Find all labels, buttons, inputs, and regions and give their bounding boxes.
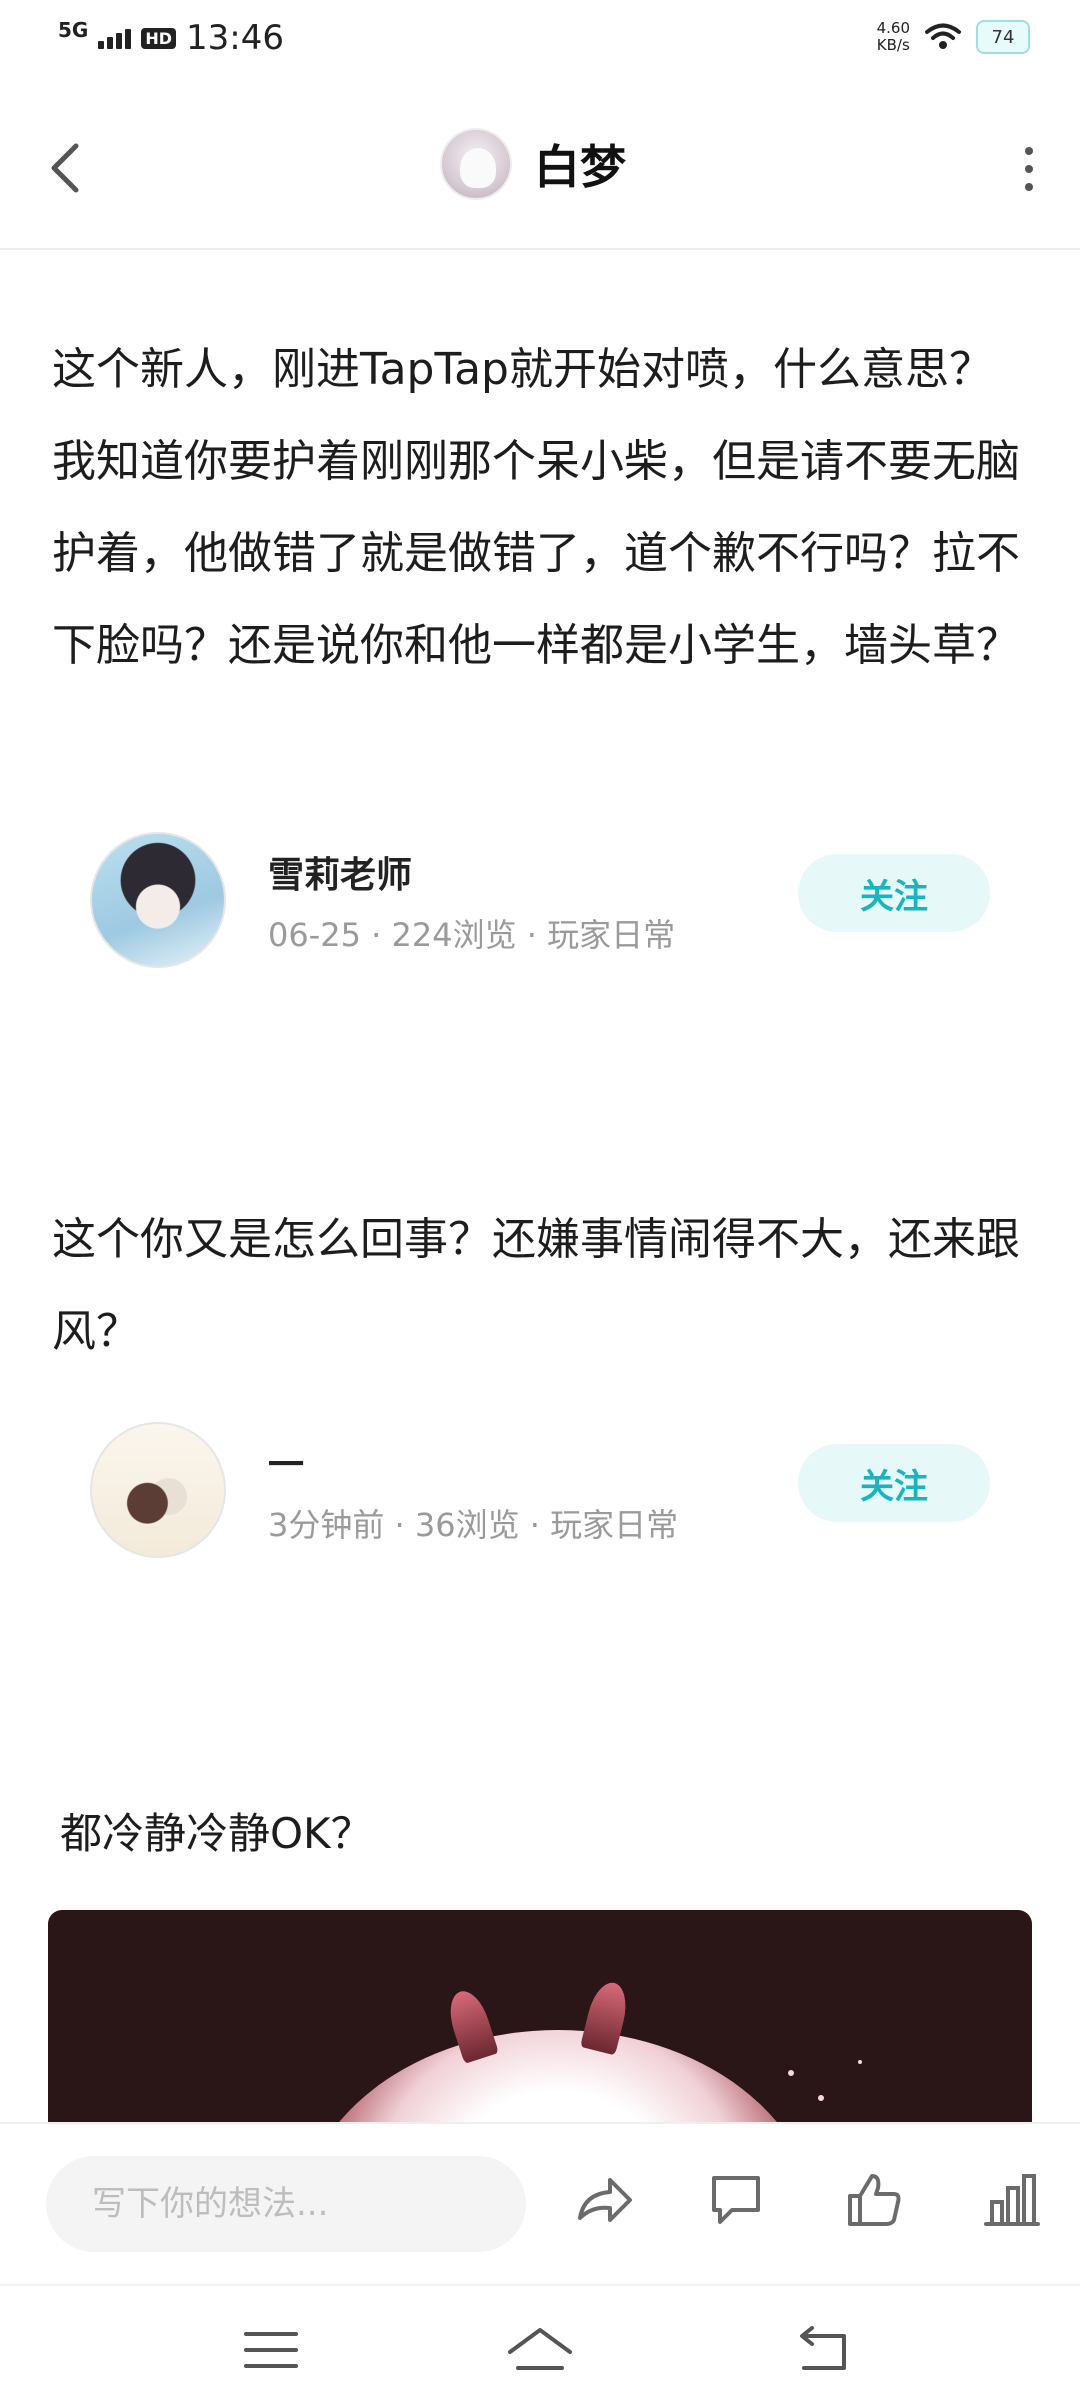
author-name[interactable]: 一 — [268, 1436, 304, 1488]
back-button[interactable] — [42, 138, 92, 198]
top-header: 白梦 — [0, 80, 1080, 250]
menu-button[interactable] — [236, 2322, 308, 2378]
status-time: 13:46 — [186, 18, 284, 58]
like-button[interactable] — [842, 2168, 906, 2232]
image-sparkle — [858, 2060, 862, 2064]
comment-icon — [712, 2176, 760, 2224]
post-text: 这个你又是怎么回事？还嫌事情闹得不大，还来跟风？ — [52, 1214, 1020, 1357]
post-content: 这个新人，刚进TapTap就开始对喷，什么意思？我知道你要护着刚刚那个呆小柴，但… — [0, 252, 1080, 2122]
network-type: 5G — [58, 18, 89, 42]
image-sparkle — [788, 2070, 794, 2076]
battery-indicator: 74 — [976, 20, 1030, 54]
nav-back-button[interactable] — [788, 2322, 860, 2378]
post-image[interactable] — [48, 1910, 1032, 2122]
battery-level: 74 — [991, 26, 1015, 48]
more-vertical-icon — [1025, 147, 1033, 155]
header-avatar[interactable] — [440, 128, 512, 200]
comment-button[interactable] — [704, 2168, 768, 2232]
post-text: 这个新人，刚进TapTap就开始对喷，什么意思？我知道你要护着刚刚那个呆小柴，但… — [52, 344, 1020, 671]
more-button[interactable] — [1014, 144, 1044, 194]
stats-icon — [984, 2174, 1040, 2226]
follow-button[interactable]: 关注 — [798, 1444, 990, 1522]
network-speed-value: 4.60 — [876, 19, 910, 37]
wifi-icon — [925, 23, 961, 49]
author-card: 一 3分钟前 · 36浏览 · 玩家日常 关注 — [90, 1422, 990, 1562]
network-speed-unit: KB/s — [876, 36, 910, 54]
author-avatar[interactable] — [90, 832, 226, 968]
author-avatar[interactable] — [90, 1422, 226, 1558]
author-name[interactable]: 雪莉老师 — [268, 846, 412, 898]
status-right: 4.60 KB/s 74 — [877, 20, 1030, 54]
network-speed: 4.60 KB/s — [877, 20, 910, 54]
follow-button[interactable]: 关注 — [798, 854, 990, 932]
post-meta: 3分钟前 · 36浏览 · 玩家日常 — [268, 1506, 679, 1544]
thumbs-up-icon — [848, 2174, 901, 2226]
back-arrow-icon — [51, 143, 79, 193]
image-figure — [298, 2030, 818, 2122]
share-icon — [578, 2178, 632, 2222]
home-icon — [508, 2328, 572, 2370]
comment-input[interactable] — [46, 2156, 526, 2252]
page-title: 白梦 — [534, 140, 626, 194]
app-screen: 5G HD 13:46 4.60 KB/s 74 白梦 这个新人，刚进TapTa… — [0, 0, 1080, 2408]
menu-icon — [244, 2332, 298, 2368]
home-button[interactable] — [504, 2322, 576, 2378]
hd-badge: HD — [141, 27, 177, 49]
bottom-action-bar — [0, 2122, 1080, 2282]
nav-back-icon — [800, 2326, 846, 2370]
share-button[interactable] — [572, 2168, 636, 2232]
status-bar: 5G HD 13:46 4.60 KB/s 74 — [0, 0, 1080, 80]
system-nav-bar — [0, 2284, 1080, 2408]
post-meta: 06-25 · 224浏览 · 玩家日常 — [268, 916, 676, 954]
image-sparkle — [818, 2095, 824, 2101]
closing-text: 都冷静冷静OK？ — [60, 1809, 373, 1858]
profile-title-group[interactable]: 白梦 — [440, 128, 626, 200]
status-left: 5G HD 13:46 — [58, 18, 284, 58]
stats-button[interactable] — [980, 2168, 1044, 2232]
signal-icon — [98, 27, 132, 49]
author-card: 雪莉老师 06-25 · 224浏览 · 玩家日常 关注 — [90, 832, 990, 972]
